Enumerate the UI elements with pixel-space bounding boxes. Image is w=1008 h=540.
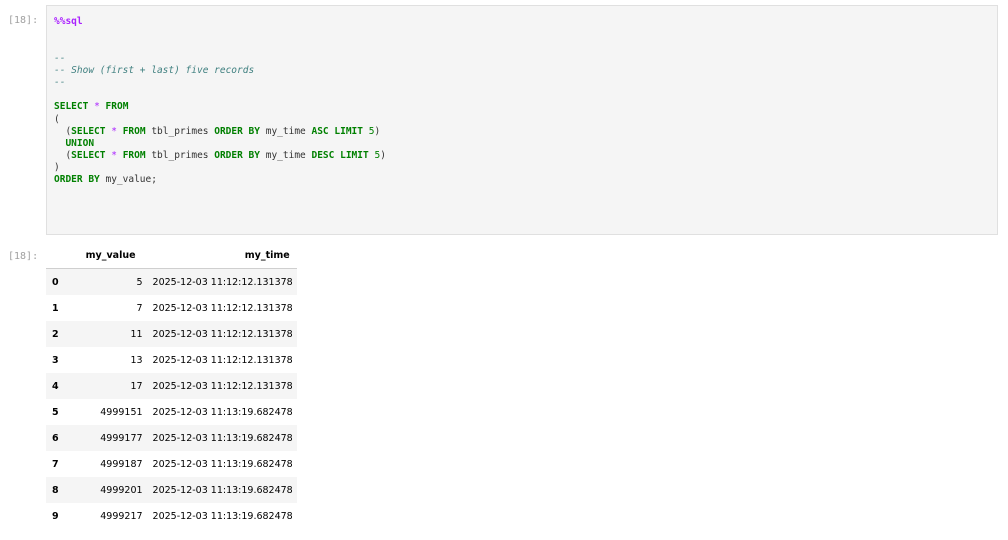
code-line: (SELECT * FROM tbl_primes ORDER BY my_ti… [54, 150, 386, 162]
dataframe-table: my_value my_time 0 5 2025-12-03 11:12:12.1… [46, 243, 297, 529]
cell-my-value: 4999217 [100, 510, 143, 522]
code-token: FROM [122, 150, 146, 162]
code-line: ORDER BY my_value; [54, 174, 386, 186]
code-token: my_value; [99, 174, 157, 186]
table-row: 2 11 2025-12-03 11:12:12.131378 [46, 321, 297, 347]
code-token: ORDER BY [214, 125, 260, 137]
code-token: tbl_primes [145, 150, 215, 162]
cell-output: my_value my_time 0 5 2025-12-03 11:12:12.1… [46, 243, 297, 529]
cell-my-time: 2025-12-03 11:13:19.682478 [152, 458, 293, 470]
cell-my-value: 4999187 [100, 458, 143, 470]
row-index: 8 [52, 484, 59, 496]
table-row: 9 4999217 2025-12-03 11:13:19.682478 [46, 503, 297, 529]
code-token: ASC [311, 125, 329, 137]
code-line: SELECT * FROM [54, 101, 386, 113]
code-token: ) [374, 125, 381, 137]
cell-my-time: 2025-12-03 11:13:19.682478 [152, 484, 293, 496]
code-token: ORDER BY [214, 150, 260, 162]
column-header-my-value: my_value [64, 243, 150, 269]
table-row: 8 4999201 2025-12-03 11:13:19.682478 [46, 477, 297, 503]
code-cell-input[interactable]: %%sql -- -- Show (first + last) five recor… [46, 5, 998, 235]
code-token: ) [54, 162, 60, 174]
table-row: 4 17 2025-12-03 11:12:12.131378 [46, 373, 297, 399]
row-index: 3 [52, 354, 59, 366]
cell-my-time: 2025-12-03 11:13:19.682478 [152, 432, 293, 444]
row-index: 7 [52, 458, 59, 470]
table-row: 6 4999177 2025-12-03 11:13:19.682478 [46, 425, 297, 451]
table-header-row: my_value my_time [46, 243, 297, 269]
table-row: 5 4999151 2025-12-03 11:13:19.682478 [46, 399, 297, 425]
code-token: %%sql [54, 16, 83, 27]
code-token: FROM [105, 101, 129, 113]
code-token: ) [380, 150, 386, 162]
code-line: -- Show (first + last) five records [54, 65, 386, 77]
code-token: -- [54, 52, 66, 64]
cell-my-time: 2025-12-03 11:13:19.682478 [152, 510, 293, 522]
cell-my-time: 2025-12-03 11:13:19.682478 [152, 406, 293, 418]
cell-my-value: 11 [130, 328, 143, 340]
table-row: 3 13 2025-12-03 11:12:12.131378 [46, 347, 297, 373]
cell-my-value: 4999177 [100, 432, 143, 444]
table-row: 7 4999187 2025-12-03 11:13:19.682478 [46, 451, 297, 477]
code-line: ) [54, 162, 386, 174]
row-index: 5 [52, 406, 59, 418]
table-row: 1 7 2025-12-03 11:12:12.131378 [46, 295, 297, 321]
code-token: DESC [311, 150, 335, 162]
code-line: UNION [54, 138, 386, 150]
code-token: ( [54, 125, 72, 137]
code-token: ORDER BY [54, 174, 100, 186]
table-row: 0 5 2025-12-03 11:12:12.131378 [46, 268, 297, 295]
row-index: 2 [52, 328, 59, 340]
table-body: 0 5 2025-12-03 11:12:12.131378 1 7 2025-12-03… [46, 268, 297, 530]
output-prompt: [18]: [8, 251, 39, 262]
cell-my-value: 4999151 [100, 406, 143, 418]
code-token: SELECT [54, 101, 89, 113]
cell-my-value: 13 [130, 354, 143, 366]
code-token: -- [54, 76, 66, 88]
row-index: 0 [52, 276, 59, 288]
code-token: ( [54, 113, 60, 125]
column-header-my-time: my_time [149, 243, 297, 269]
code-token: UNION [65, 137, 95, 149]
row-index: 4 [52, 380, 59, 392]
code-token: SELECT [71, 150, 106, 162]
code-line: -- [54, 77, 386, 89]
row-index: 1 [52, 302, 59, 314]
cell-my-value: 5 [136, 276, 143, 288]
code-token: LIMIT [334, 125, 363, 137]
cell-my-value: 17 [130, 380, 143, 392]
code-token: my_time [260, 125, 312, 137]
cell-my-time: 2025-12-03 11:12:12.131378 [152, 302, 293, 314]
code-token: LIMIT [340, 150, 369, 162]
cell-my-value: 4999201 [100, 484, 143, 496]
row-index: 9 [52, 510, 59, 522]
cell-my-value: 7 [136, 302, 143, 314]
cell-my-time: 2025-12-03 11:12:12.131378 [152, 328, 293, 340]
code-token: -- Show (first + last) five records [54, 64, 255, 76]
cell-my-time: 2025-12-03 11:12:12.131378 [152, 276, 293, 288]
cell-my-time: 2025-12-03 11:12:12.131378 [152, 380, 293, 392]
notebook: [18]: %%sql -- -- Show (first + last) five… [0, 0, 1008, 540]
code-editor[interactable]: %%sql -- -- Show (first + last) five recor… [54, 16, 386, 187]
code-token: SELECT [71, 125, 106, 137]
code-token: tbl_primes [145, 125, 215, 137]
index-header [46, 243, 65, 269]
code-token: FROM [122, 125, 146, 137]
code-line: %%sql [54, 16, 386, 28]
code-line: -- [54, 53, 386, 65]
code-line: (SELECT * FROM tbl_primes ORDER BY my_ti… [54, 126, 386, 138]
code-token: my_time [260, 150, 312, 162]
input-prompt: [18]: [8, 15, 39, 26]
code-token: ( [54, 150, 72, 162]
code-line: ( [54, 114, 386, 126]
cell-my-time: 2025-12-03 11:12:12.131378 [152, 354, 293, 366]
row-index: 6 [52, 432, 59, 444]
